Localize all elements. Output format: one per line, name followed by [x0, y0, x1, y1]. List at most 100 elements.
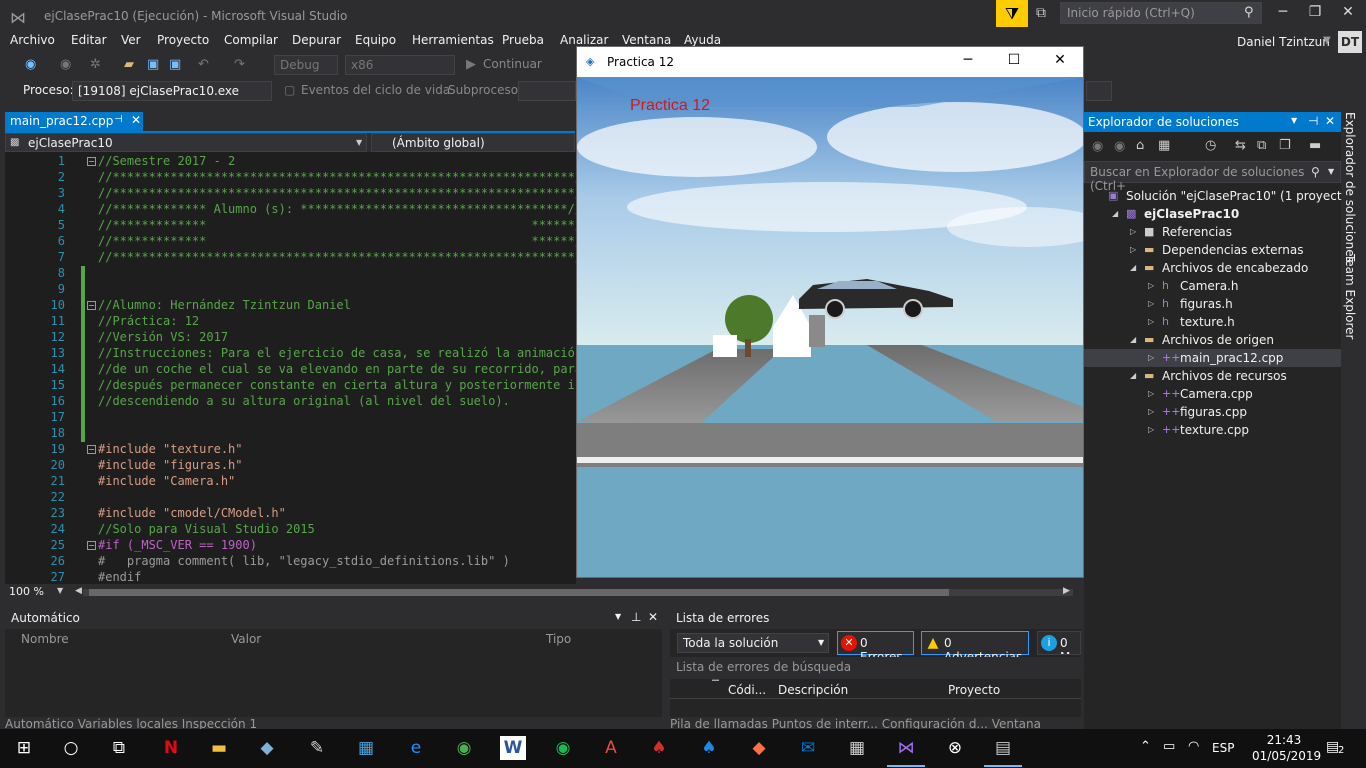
tab-main-prac12[interactable]: main_prac12.cpp ⊣ ✕ [5, 112, 143, 131]
sync-icon[interactable]: ⇆ [1235, 138, 1246, 153]
lifecycle-events-button[interactable]: Eventos del ciclo de vida [301, 83, 450, 97]
save-icon[interactable]: ▣ [147, 57, 159, 72]
column-header-project[interactable]: Proyecto [948, 683, 1000, 697]
scroll-left-icon[interactable]: ◀ [75, 586, 82, 596]
column-header-value[interactable]: Valor [231, 632, 261, 646]
global-scope-select[interactable]: (Ámbito global) [371, 133, 575, 152]
code-line[interactable]: //************* ******// [98, 234, 576, 248]
minimize-icon[interactable]: ─ [1268, 4, 1298, 20]
poker-app-icon[interactable]: ♠ [646, 736, 672, 760]
code-line[interactable]: //descendiendo a su altura original (al … [98, 394, 510, 408]
tree-item[interactable]: ◢ ▬ Archivos de encabezado [1084, 259, 1341, 277]
menu-ver[interactable]: Ver [121, 33, 141, 47]
warnings-filter-button[interactable]: ▲ 0 Advertencias [921, 631, 1029, 664]
tree-item[interactable]: ▷ ++ main_prac12.cpp [1084, 349, 1341, 367]
zoom-level[interactable]: 100 % [9, 585, 44, 598]
solution-config-select[interactable]: Debug [274, 55, 338, 75]
edge-icon[interactable]: e [403, 736, 429, 760]
notes-app-icon[interactable]: ◆ [254, 736, 280, 760]
collapse-icon[interactable]: − [87, 445, 96, 454]
column-header-type[interactable]: Tipo [546, 632, 571, 646]
search-icon[interactable]: ⚲ [1311, 165, 1320, 179]
redo-icon[interactable]: ↷ [234, 57, 245, 72]
platform-select[interactable]: x86 [345, 55, 455, 75]
calendar-app-icon[interactable]: ▦ [844, 736, 870, 760]
undo-icon[interactable]: ↶ [198, 57, 209, 72]
tree-item[interactable]: ▷ ++ figuras.cpp [1084, 403, 1341, 421]
pin-icon[interactable]: ⊥ [631, 610, 641, 624]
menu-analizar[interactable]: Analizar [560, 33, 608, 47]
chrome-icon[interactable]: ◉ [451, 736, 477, 760]
tree-item[interactable]: ◢ ▬ Archivos de origen [1084, 331, 1341, 349]
code-line[interactable]: //**************************************… [98, 170, 576, 184]
code-line[interactable]: //Alumno: Hernández Tzintzun Daniel [98, 298, 351, 312]
maximize-icon[interactable]: ☐ [999, 52, 1029, 68]
code-line[interactable]: #if (_MSC_VER == 1900) [98, 538, 257, 552]
errors-filter-button[interactable]: ✕ 0 Errores [837, 631, 914, 664]
open-folder-icon[interactable]: ▰ [124, 57, 134, 72]
menu-editar[interactable]: Editar [71, 33, 107, 47]
menu-equipo[interactable]: Equipo [355, 33, 396, 47]
wifi-icon[interactable]: ◠ [1188, 739, 1199, 754]
menu-proyecto[interactable]: Proyecto [157, 33, 209, 47]
quick-launch-input[interactable]: Inicio rápido (Ctrl+Q) [1060, 2, 1262, 24]
menu-depurar[interactable]: Depurar [292, 33, 341, 47]
expander-icon[interactable]: ▷ [1148, 353, 1154, 362]
messages-filter-button[interactable]: i 0 M [1037, 631, 1081, 655]
menu-compilar[interactable]: Compilar [224, 33, 278, 47]
pin-icon[interactable]: ⊣ [1308, 114, 1318, 128]
collapse-all-icon[interactable]: ⧉ [1257, 138, 1266, 153]
menu-ayuda[interactable]: Ayuda [684, 33, 721, 47]
close-icon[interactable]: ✕ [648, 610, 658, 624]
code-line[interactable]: //Versión VS: 2017 [98, 330, 228, 344]
column-header-name[interactable]: Nombre [21, 632, 69, 646]
scroll-right-icon[interactable]: ▶ [1063, 586, 1070, 596]
back-icon[interactable]: ◉ [25, 57, 36, 72]
search-icon[interactable]: ○ [58, 736, 84, 760]
cards-app-icon[interactable]: ♠ [696, 736, 722, 760]
restore-icon[interactable]: ❐ [1300, 4, 1330, 20]
tree-item[interactable]: ▷ h texture.h [1084, 313, 1341, 331]
lifecycle-events-icon[interactable]: ▢ [284, 83, 295, 97]
code-line[interactable]: #include "cmodel/CModel.h" [98, 506, 286, 520]
expander-icon[interactable]: ◢ [1130, 335, 1136, 344]
code-line[interactable]: //después permanecer constante en cierta… [98, 378, 576, 392]
code-line[interactable]: //************* Alumno (s): ************… [98, 202, 576, 216]
avatar[interactable]: DT [1338, 31, 1362, 53]
chevron-down-icon[interactable]: ▼ [1291, 116, 1297, 125]
forward-icon[interactable]: ◉ [60, 57, 71, 72]
expander-icon[interactable]: ▷ [1148, 407, 1154, 416]
column-header-description[interactable]: Descripción [778, 683, 848, 697]
expander-icon[interactable]: ▷ [1148, 389, 1154, 398]
code-line[interactable]: #include "Camera.h" [98, 474, 235, 488]
file-explorer-icon[interactable]: ▬ [206, 736, 232, 760]
xbox-icon[interactable]: ⊗ [942, 736, 968, 760]
paint-icon[interactable]: ✎ [304, 736, 330, 760]
netflix-icon[interactable]: N [158, 736, 184, 760]
expander-icon[interactable]: ▷ [1130, 245, 1136, 254]
switch-views-icon[interactable]: ▦ [1158, 138, 1170, 153]
code-line[interactable]: //Solo para Visual Studio 2015 [98, 522, 315, 536]
code-line[interactable]: #include "texture.h" [98, 442, 243, 456]
expander-icon[interactable]: ◢ [1130, 371, 1136, 380]
pending-changes-icon[interactable]: ◷ [1205, 138, 1216, 153]
close-icon[interactable]: ✕ [1333, 4, 1363, 20]
spotify-icon[interactable]: ◉ [550, 736, 576, 760]
solution-search-input[interactable]: Buscar en Explorador de soluciones (Ctrl… [1084, 161, 1341, 193]
practica-app-window[interactable]: ◈ Practica 12 ─ ☐ ✕ Practica 12 [576, 46, 1084, 578]
visual-studio-icon[interactable]: ⋈ [893, 736, 919, 760]
scrollbar-thumb[interactable] [89, 589, 949, 596]
app-icon[interactable]: A [598, 736, 624, 760]
app-title-bar[interactable]: ◈ Practica 12 ─ ☐ ✕ [577, 47, 1083, 77]
thread-select[interactable] [518, 81, 576, 101]
error-scope-select[interactable]: Toda la solución ▼ [677, 633, 829, 653]
user-name[interactable]: Daniel Tzintzun [1237, 35, 1330, 49]
collapse-icon[interactable]: − [87, 541, 96, 550]
expander-icon[interactable]: ▷ [1148, 317, 1154, 326]
sort-icon[interactable]: ▔ [712, 681, 719, 691]
stack-frame-select[interactable] [1086, 81, 1112, 101]
menu-herramientas[interactable]: Herramientas [412, 33, 494, 47]
tree-item[interactable]: ▷ ++ texture.cpp [1084, 421, 1341, 439]
close-icon[interactable]: ✕ [1045, 52, 1075, 68]
feedback-icon[interactable]: ⧉ [1036, 5, 1046, 21]
